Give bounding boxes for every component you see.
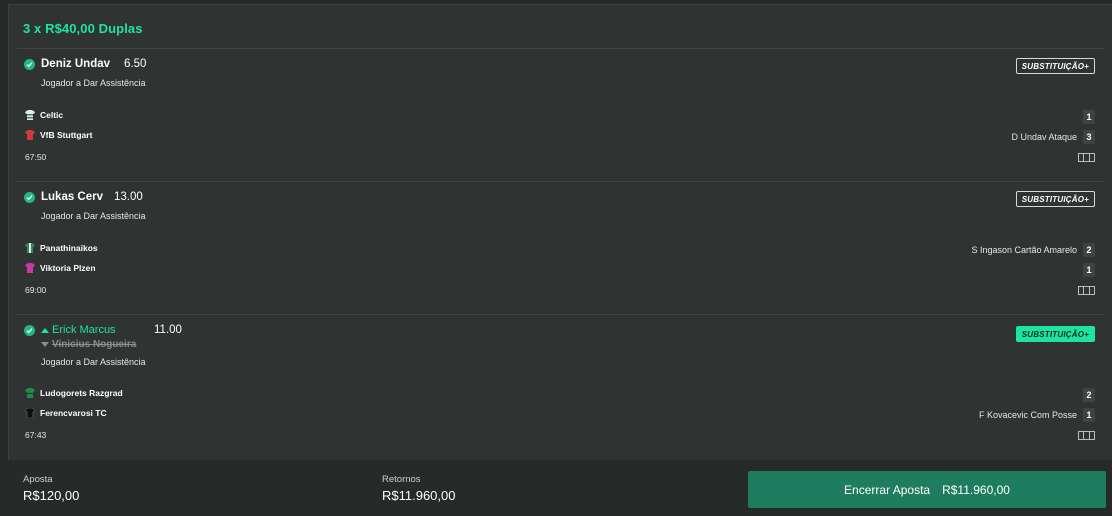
returns-label: Retornos bbox=[382, 474, 421, 485]
bet-card: 3 x R$40,00 Duplas Deniz Undav 6.50 Joga… bbox=[8, 4, 1112, 516]
jersey-icon bbox=[25, 110, 35, 120]
check-circle-icon bbox=[24, 59, 35, 70]
market-name: Jogador a Dar Assistência bbox=[41, 357, 146, 367]
player-out-name: Vinicius Nogueira bbox=[52, 339, 137, 350]
market-name: Jogador a Dar Assistência bbox=[41, 78, 146, 88]
jersey-icon bbox=[25, 388, 35, 398]
score-away: 1 bbox=[1083, 408, 1095, 422]
substitution-button[interactable]: SUBSTITUIÇÃO+ bbox=[1015, 58, 1095, 74]
check-circle-icon bbox=[24, 192, 35, 203]
check-circle-icon bbox=[24, 325, 35, 336]
match-event: F Kovacevic Com Posse bbox=[978, 410, 1077, 420]
stake-value: R$120,00 bbox=[23, 488, 80, 503]
jersey-icon bbox=[25, 408, 35, 418]
team-name: Celtic bbox=[40, 110, 64, 120]
pitch-icon[interactable] bbox=[1078, 431, 1095, 440]
cashout-label: Encerrar Aposta bbox=[844, 482, 931, 497]
jersey-icon bbox=[25, 263, 35, 273]
team-name: VfB Stuttgart bbox=[40, 130, 93, 140]
score-away: 3 bbox=[1083, 130, 1095, 144]
match-clock: 69:00 bbox=[25, 285, 47, 295]
selection-3: Erick Marcus 11.00 Vinicius Nogueira Jog… bbox=[17, 315, 1104, 461]
pitch-icon[interactable] bbox=[1078, 286, 1095, 295]
player-out: Vinicius Nogueira bbox=[41, 339, 136, 350]
player-in: Erick Marcus bbox=[41, 324, 116, 336]
substitution-button[interactable]: SUBSTITUIÇÃO+ bbox=[1015, 191, 1095, 207]
odds-value: 11.00 bbox=[154, 324, 182, 336]
score-home: 1 bbox=[1083, 110, 1095, 124]
match-clock: 67:50 bbox=[25, 152, 47, 162]
bet-footer: Aposta R$120,00 Retornos R$11.960,00 Enc… bbox=[8, 460, 1112, 516]
cashout-value: R$11.960,00 bbox=[942, 482, 1010, 497]
score-away: 1 bbox=[1083, 263, 1095, 277]
team-away: Viktoria Plzen bbox=[25, 263, 96, 273]
selection-2: Lukas Cerv 13.00 Jogador a Dar Assistênc… bbox=[17, 182, 1104, 315]
returns-value: R$11.960,00 bbox=[382, 488, 456, 503]
substitution-button[interactable]: SUBSTITUIÇÃO+ bbox=[1015, 326, 1095, 342]
odds-value: 13.00 bbox=[114, 191, 143, 203]
player-in-name: Erick Marcus bbox=[52, 324, 116, 336]
team-home: Panathinaikos bbox=[25, 243, 98, 253]
odds-value: 6.50 bbox=[124, 58, 147, 70]
jersey-icon bbox=[25, 243, 35, 253]
team-home: Celtic bbox=[25, 110, 63, 120]
team-home: Ludogorets Razgrad bbox=[25, 388, 123, 398]
stake-label: Aposta bbox=[23, 474, 53, 485]
cashout-button[interactable]: Encerrar Aposta R$11.960,00 bbox=[748, 471, 1106, 508]
score-home: 2 bbox=[1083, 243, 1095, 257]
score-home: 2 bbox=[1083, 388, 1095, 402]
selection-1: Deniz Undav 6.50 Jogador a Dar Assistênc… bbox=[17, 49, 1104, 182]
arrow-up-icon bbox=[41, 327, 49, 333]
arrow-down-icon bbox=[41, 342, 49, 347]
team-away: VfB Stuttgart bbox=[25, 130, 92, 140]
match-clock: 67:43 bbox=[25, 430, 47, 440]
team-name: Ferencvarosi TC bbox=[40, 408, 107, 418]
team-name: Ludogorets Razgrad bbox=[40, 388, 123, 398]
pitch-icon[interactable] bbox=[1078, 153, 1095, 162]
team-away: Ferencvarosi TC bbox=[25, 408, 107, 418]
jersey-icon bbox=[25, 130, 35, 140]
player-name: Deniz Undav bbox=[41, 58, 111, 70]
market-name: Jogador a Dar Assistência bbox=[41, 211, 146, 221]
player-name: Lukas Cerv bbox=[41, 191, 104, 203]
team-name: Viktoria Plzen bbox=[40, 263, 96, 273]
match-event: S Ingason Cartão Amarelo bbox=[971, 245, 1077, 255]
team-name: Panathinaikos bbox=[40, 243, 98, 253]
match-event: D Undav Ataque bbox=[1011, 132, 1077, 142]
bet-title: 3 x R$40,00 Duplas bbox=[23, 21, 143, 36]
